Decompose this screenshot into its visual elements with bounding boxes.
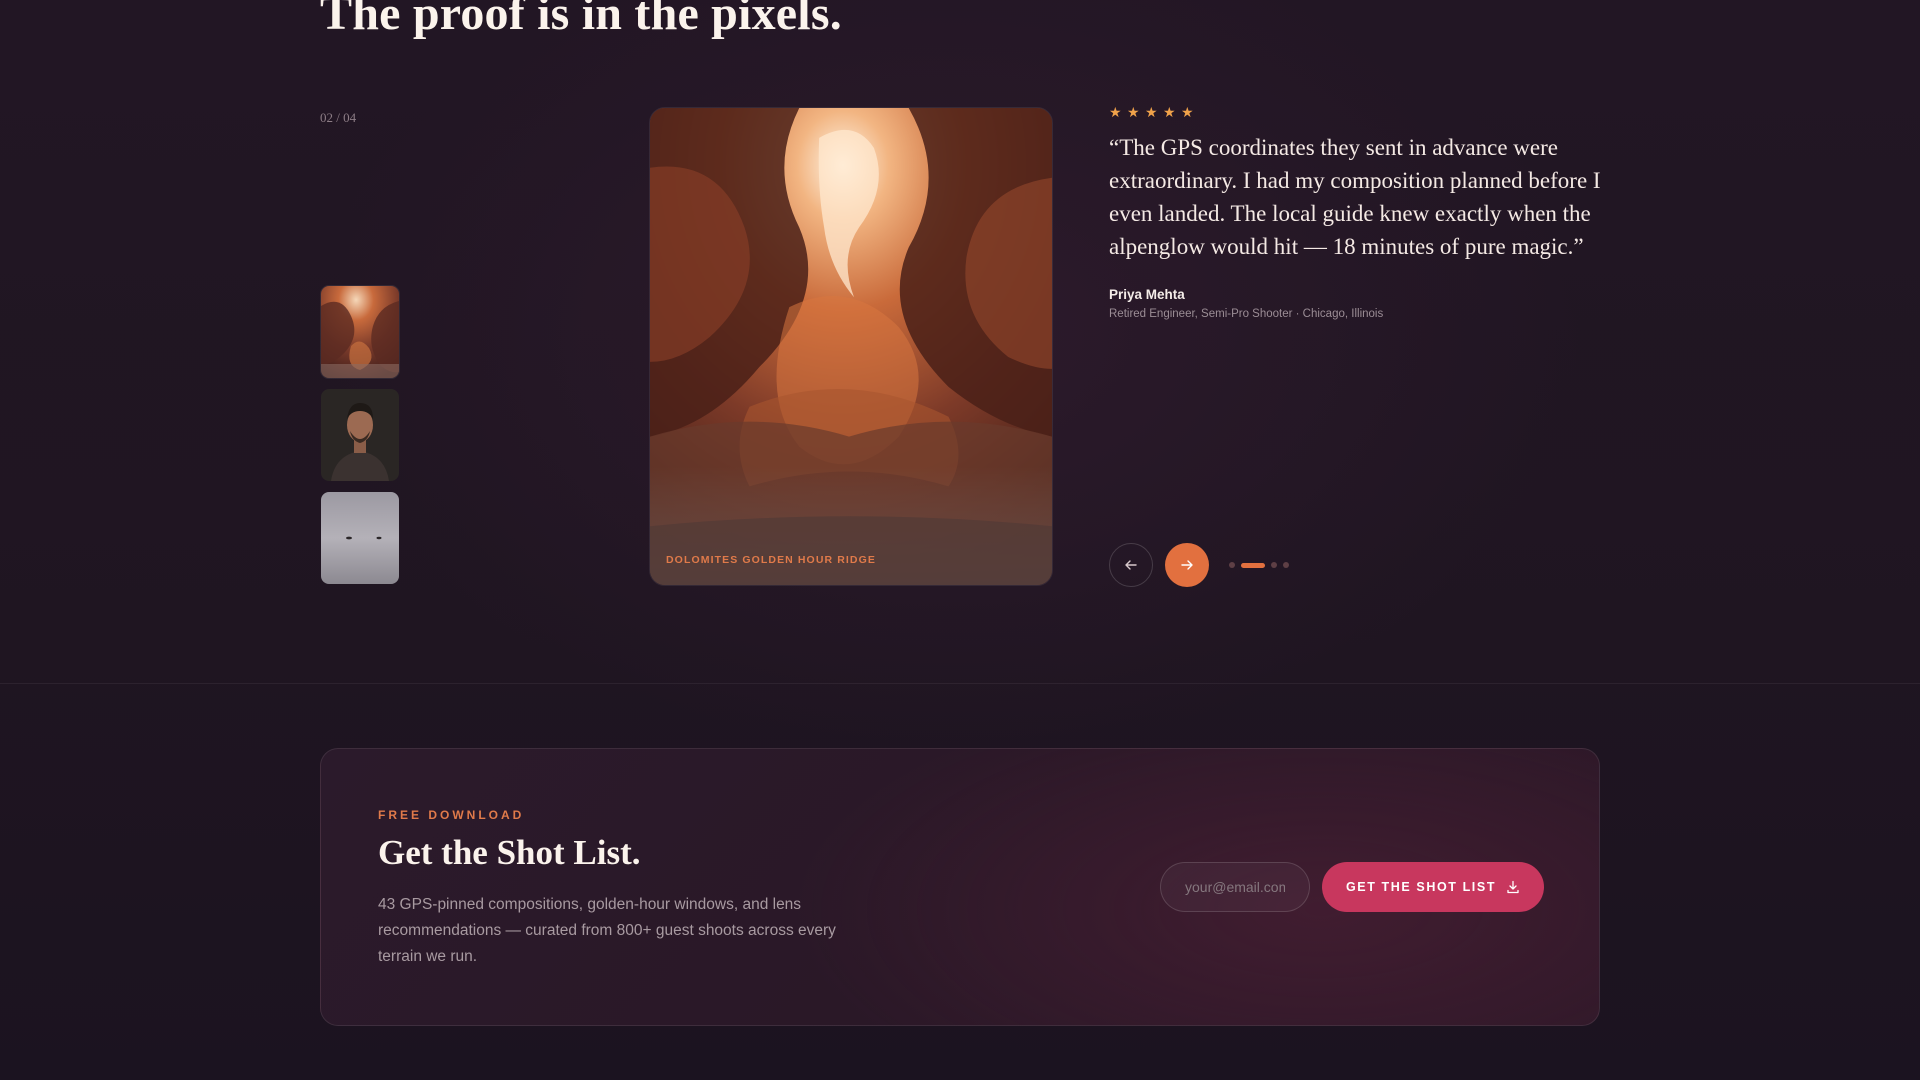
section-headline: The proof is in the pixels.	[320, 0, 842, 40]
slide-counter: 02 / 04	[320, 110, 357, 125]
carousel-dot-2[interactable]	[1241, 562, 1265, 568]
cta-eyebrow: FREE DOWNLOAD	[378, 808, 525, 822]
cta-description: 43 GPS-pinned compositions, golden-hour …	[378, 896, 836, 965]
email-input[interactable]	[1160, 862, 1310, 912]
thumbnail-strip	[320, 285, 400, 595]
cta-button-label: GET THE SHOT LIST	[1345, 880, 1497, 894]
hero-image: DOLOMITES GOLDEN HOUR RIDGE	[649, 107, 1053, 586]
star-icon: ★	[1163, 104, 1176, 120]
star-icon: ★	[1181, 104, 1194, 120]
carousel-dot-1[interactable]	[1229, 562, 1235, 568]
testimonial-role: Retired Engineer, Semi-Pro Shooter · Chi…	[1109, 308, 1384, 320]
testimonial-author: Priya Mehta	[1109, 287, 1185, 302]
hero-caption: DOLOMITES GOLDEN HOUR RIDGE	[666, 554, 876, 566]
arrow-right-icon	[1181, 560, 1193, 570]
next-slide-button[interactable]	[1165, 543, 1209, 587]
testimonials-page: The proof is in the pixels. 02 / 04 DOLO…	[0, 0, 1920, 1080]
testimonial-card: ★ ★ ★ ★ ★ “The GPS coordinates they sent…	[1109, 105, 1609, 320]
previous-slide-button[interactable]	[1109, 543, 1153, 587]
cta-title: Get the Shot List.	[378, 833, 641, 872]
arrow-left-icon	[1125, 560, 1137, 570]
star-icon: ★	[1127, 104, 1140, 120]
testimonial-quote: “The GPS coordinates they sent in advanc…	[1109, 135, 1601, 259]
star-icon: ★	[1109, 104, 1122, 120]
get-shot-list-button[interactable]: GET THE SHOT LIST	[1322, 862, 1544, 912]
download-icon	[1507, 880, 1519, 894]
carousel-dots	[1229, 562, 1289, 568]
carousel-dot-4[interactable]	[1283, 562, 1289, 568]
section-divider	[0, 683, 1920, 684]
portrait-thumbnail[interactable]	[321, 389, 399, 481]
carousel-dot-3[interactable]	[1271, 562, 1277, 568]
star-rating: ★ ★ ★ ★ ★	[1109, 105, 1609, 119]
canyon-thumbnail[interactable]	[320, 285, 400, 379]
misty-lake-thumbnail[interactable]	[321, 492, 399, 584]
carousel-controls	[1109, 543, 1289, 587]
newsletter-cta-card: FREE DOWNLOAD Get the Shot List. 43 GPS-…	[320, 748, 1600, 1026]
star-icon: ★	[1145, 104, 1158, 120]
antelope-canyon-image	[650, 108, 1052, 585]
